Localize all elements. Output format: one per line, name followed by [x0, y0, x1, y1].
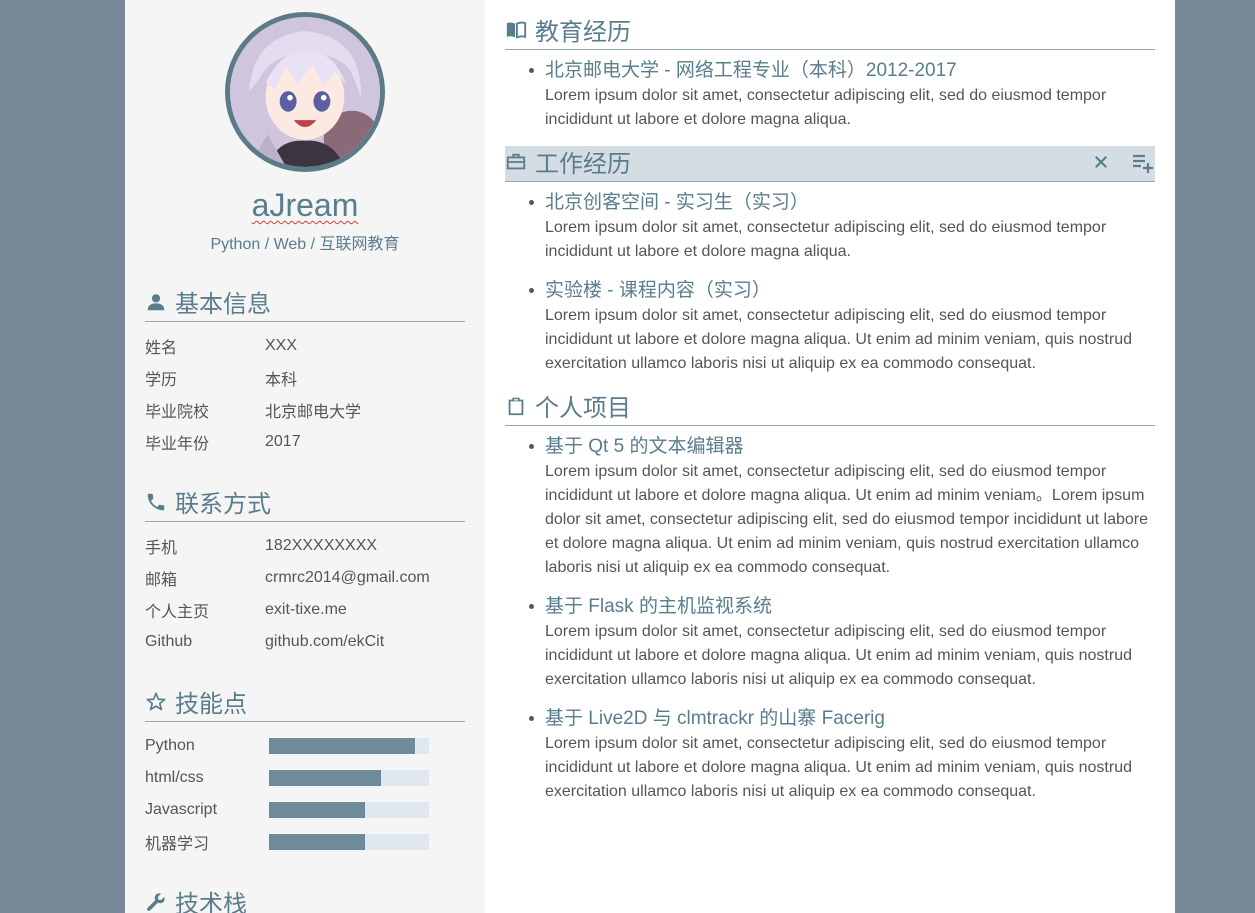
skill-label: 机器学习 — [145, 836, 210, 853]
basic-info-section: 基本信息 姓名 XXX 学历 本科 毕业院校 北京邮电大学 毕业年份 2017 — [145, 286, 465, 458]
entry-title: 基于 Qt 5 的文本编辑器 — [545, 436, 744, 457]
info-row: 邮箱 crmrc2014@gmail.com — [145, 562, 465, 594]
profile-name: aJream — [251, 187, 359, 223]
info-value: XXX — [265, 337, 298, 354]
info-row: 姓名 XXX — [145, 330, 465, 362]
list-item: 北京创客空间 - 实习生（实习） Lorem ipsum dolor sit a… — [525, 190, 1155, 264]
projects-title: 个人项目 — [535, 395, 631, 422]
info-value: 2017 — [265, 433, 301, 450]
entry-title: 基于 Flask 的主机监视系统 — [545, 596, 772, 617]
info-label: 邮箱 — [145, 572, 178, 589]
skill-bar-fill — [269, 738, 415, 754]
skill-bar — [269, 834, 429, 850]
projects-header: 个人项目 — [505, 390, 1155, 426]
book-icon — [506, 21, 527, 39]
info-row: 学历 本科 — [145, 362, 465, 394]
skill-row: html/css — [145, 762, 465, 794]
list-item: 实验楼 - 课程内容（实习） Lorem ipsum dolor sit ame… — [525, 278, 1155, 376]
info-row: 个人主页 exit-tixe.me — [145, 594, 465, 626]
section-tools — [1093, 150, 1155, 174]
entry-description: Lorem ipsum dolor sit amet, consectetur … — [545, 463, 1148, 576]
contact-title: 联系方式 — [175, 491, 271, 518]
skill-row: Python — [145, 730, 465, 762]
entry-title: 北京创客空间 - 实习生（实习） — [545, 192, 809, 213]
main-content: 教育经历 北京邮电大学 - 网络工程专业（本科）2012-2017 Lorem … — [485, 0, 1175, 913]
list-item: 北京邮电大学 - 网络工程专业（本科）2012-2017 Lorem ipsum… — [525, 58, 1155, 132]
info-row: 毕业年份 2017 — [145, 426, 465, 458]
entry-title: 实验楼 - 课程内容（实习） — [545, 280, 771, 301]
projects-section: 个人项目 基于 Qt 5 的文本编辑器 Lorem ipsum dolor si… — [505, 390, 1155, 804]
skill-bar — [269, 770, 429, 786]
info-row: 毕业院校 北京邮电大学 — [145, 394, 465, 426]
avatar-illustration — [230, 17, 380, 167]
skill-row: 机器学习 — [145, 826, 465, 858]
skill-bar-fill — [269, 770, 381, 786]
list-item: 基于 Live2D 与 clmtrackr 的山寨 Facerig Lorem … — [525, 706, 1155, 804]
tech-stack-title: 技术栈 — [175, 891, 247, 913]
list-item: 基于 Flask 的主机监视系统 Lorem ipsum dolor sit a… — [525, 594, 1155, 692]
skills-title: 技能点 — [175, 691, 247, 718]
skill-bar-fill — [269, 834, 365, 850]
avatar — [225, 12, 385, 172]
info-label: 学历 — [145, 372, 178, 389]
entry-description: Lorem ipsum dolor sit amet, consectetur … — [545, 219, 1107, 260]
user-icon — [147, 293, 165, 310]
briefcase-icon — [506, 153, 526, 169]
skill-row: Javascript — [145, 794, 465, 826]
star-icon — [146, 691, 166, 710]
skill-label: Javascript — [145, 801, 218, 818]
skill-bar — [269, 802, 429, 818]
education-section: 教育经历 北京邮电大学 - 网络工程专业（本科）2012-2017 Lorem … — [505, 14, 1155, 132]
info-row: 手机 182XXXXXXXX — [145, 530, 465, 562]
info-label: 毕业年份 — [145, 436, 210, 453]
entry-description: Lorem ipsum dolor sit amet, consectetur … — [545, 307, 1132, 372]
education-title: 教育经历 — [535, 19, 631, 46]
info-label: 个人主页 — [145, 604, 210, 621]
skill-label: Python — [145, 737, 195, 754]
email-link[interactable]: crmrc2014@gmail.com — [265, 569, 430, 587]
skills-section: 技能点 Python html/css Javascript 机器学习 — [145, 686, 465, 858]
contact-section: 联系方式 手机 182XXXXXXXX 邮箱 crmrc2014@gmail.com… — [145, 486, 465, 658]
github-link[interactable]: github.com/ekCit — [265, 633, 384, 651]
sidebar: aJream Python / Web / 互联网教育 基本信息 姓名 XXX 学… — [125, 0, 485, 913]
list-item: 基于 Qt 5 的文本编辑器 Lorem ipsum dolor sit ame… — [525, 434, 1155, 580]
skills-header: 技能点 — [145, 686, 465, 722]
entry-title: 基于 Live2D 与 clmtrackr 的山寨 Facerig — [545, 708, 885, 729]
info-label: Github — [145, 633, 193, 650]
profile-tagline: Python / Web / 互联网教育 — [210, 236, 400, 253]
entry-description: Lorem ipsum dolor sit amet, consectetur … — [545, 87, 1107, 128]
basic-info-header: 基本信息 — [145, 286, 465, 322]
entry-title: 北京邮电大学 - 网络工程专业（本科）2012-2017 — [545, 60, 957, 81]
skill-label: html/css — [145, 769, 204, 786]
skill-bar-fill — [269, 802, 365, 818]
skill-bar — [269, 738, 429, 754]
phone-icon — [147, 493, 165, 510]
work-title: 工作经历 — [535, 151, 631, 178]
education-header: 教育经历 — [505, 14, 1155, 50]
tech-stack-header: 技术栈 — [145, 886, 465, 913]
entry-description: Lorem ipsum dolor sit amet, consectetur … — [545, 623, 1132, 688]
basic-info-title: 基本信息 — [175, 291, 271, 318]
add-item-icon[interactable] — [1131, 150, 1155, 174]
info-label: 姓名 — [145, 340, 178, 357]
clipboard-icon — [508, 397, 524, 415]
work-section: 工作经历 北京创客空间 - 实习生（实习） Lorem ipsum dolor … — [505, 146, 1155, 376]
work-header: 工作经历 — [505, 146, 1155, 182]
homepage-link[interactable]: exit-tixe.me — [265, 601, 347, 619]
contact-header: 联系方式 — [145, 486, 465, 522]
info-row: Github github.com/ekCit — [145, 626, 465, 658]
entry-description: Lorem ipsum dolor sit amet, consectetur … — [545, 735, 1132, 800]
info-value: 182XXXXXXXX — [265, 537, 378, 554]
info-value: 本科 — [265, 372, 298, 389]
info-label: 手机 — [145, 540, 178, 557]
close-icon[interactable] — [1093, 154, 1109, 170]
wrench-icon — [147, 892, 165, 911]
resume-page: aJream Python / Web / 互联网教育 基本信息 姓名 XXX 学… — [125, 0, 1175, 913]
info-value: 北京邮电大学 — [265, 404, 362, 421]
tech-stack-section: 技术栈 — [145, 886, 465, 913]
info-label: 毕业院校 — [145, 404, 210, 421]
